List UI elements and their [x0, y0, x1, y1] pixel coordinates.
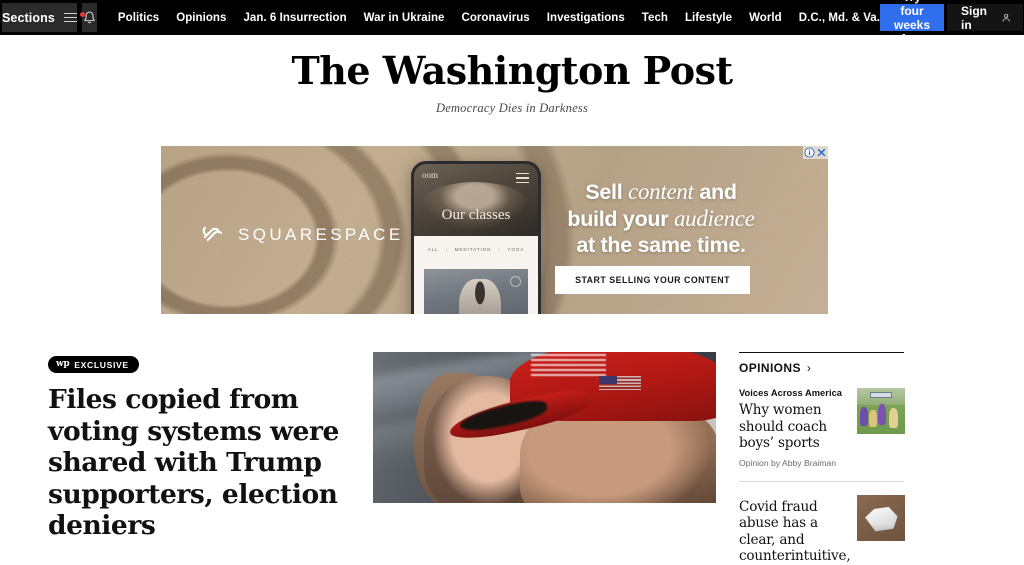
nav-link-lifestyle[interactable]: Lifestyle [685, 12, 732, 24]
opinion-text-column: Voices Across America Why women should c… [739, 388, 847, 468]
phone-tab-all: ALL [427, 247, 439, 252]
phone-site-brand: oom [422, 170, 438, 180]
ad-cta-button[interactable]: START SELLING YOUR CONTENT [555, 266, 750, 294]
opinion-headline[interactable]: Covid fraud abuse has a clear, and count… [739, 499, 851, 565]
ad-headline-line-2-part-a: build your [567, 207, 674, 232]
nav-link-war-in-ukraine[interactable]: War in Ukraine [364, 12, 445, 24]
close-icon[interactable] [816, 147, 827, 158]
photo-flag-patch [599, 376, 641, 390]
person-icon [1002, 13, 1010, 22]
ad-headline-line-1: Sell content and [516, 178, 806, 205]
opinions-section-header[interactable]: OPINIONS › [739, 361, 954, 375]
nav-link-coronavirus[interactable]: Coronavirus [461, 12, 529, 24]
ad-creative[interactable]: SQUARESPACE oom Our classes ALL | MEDITA… [161, 146, 828, 314]
nav-link-opinions[interactable]: Opinions [176, 12, 226, 24]
phone-card-person [459, 278, 501, 314]
photo-cap-lettering [530, 353, 607, 378]
thumbnail-scoreboard [870, 391, 892, 399]
phone-tab-meditation: MEDITATION [454, 247, 492, 252]
opinions-divider [739, 480, 904, 482]
masthead: The Washington Post Democracy Dies in Da… [0, 35, 1024, 116]
opinion-kicker: Voices Across America [739, 388, 843, 398]
opinion-byline: Opinion by Abby Braiman [739, 457, 836, 468]
main-content: wp EXCLUSIVE Files copied from voting sy… [0, 334, 1024, 564]
phone-tab-separator: | [498, 247, 501, 252]
opinion-thumbnail[interactable] [857, 494, 905, 541]
nav-link-politics[interactable]: Politics [118, 12, 159, 24]
opinion-text-column: Covid fraud abuse has a clear, and count… [739, 495, 851, 565]
nav-link-world[interactable]: World [749, 12, 782, 24]
hamburger-icon [63, 12, 77, 23]
wp-logo-mark-icon: wp [56, 359, 70, 369]
lead-story-column: wp EXCLUSIVE Files copied from voting sy… [0, 334, 373, 541]
opinion-thumbnail[interactable] [857, 388, 905, 434]
squarespace-brand-lockup: SQUARESPACE [200, 222, 404, 248]
phone-brand-text: oom [422, 170, 439, 180]
phone-class-card [424, 269, 528, 314]
exclusive-badge-label: EXCLUSIVE [74, 359, 129, 370]
advertisement-banner: SQUARESPACE oom Our classes ALL | MEDITA… [161, 146, 828, 314]
ad-headline-line-2-emphasis: audience [673, 206, 755, 232]
notifications-button[interactable] [79, 3, 97, 32]
ad-headline-line-1-part-b: and [693, 180, 737, 204]
ad-headline-line-2: build your audience [516, 205, 806, 232]
squarespace-wordmark: SQUARESPACE [238, 225, 404, 244]
adchoices-controls[interactable] [803, 146, 828, 159]
thumbnail-person [859, 407, 868, 426]
site-logo[interactable]: The Washington Post [0, 52, 1024, 90]
sign-in-label: Sign in [961, 3, 988, 32]
phone-card-dial-icon [510, 276, 521, 287]
ad-headline: Sell content and build your audience at … [516, 178, 806, 258]
ad-headline-line-1-part-a: Sell [585, 180, 629, 204]
lead-headline[interactable]: Files copied from voting systems were sh… [48, 384, 343, 542]
lead-photo-column [373, 334, 718, 503]
sections-button[interactable]: Sections [2, 3, 77, 32]
status-badge: wp EXCLUSIVE [48, 356, 139, 373]
notification-dot [79, 12, 85, 17]
top-navigation-bar: Sections Politics Opinions Jan. 6 Insurr… [0, 0, 1024, 46]
list-item: Covid fraud abuse has a clear, and count… [739, 494, 954, 565]
ad-headline-line-1-emphasis: content [628, 179, 694, 204]
thumbnail-person [878, 403, 887, 425]
sign-in-button[interactable]: Sign in [947, 3, 1024, 32]
adchoices-info-icon[interactable] [804, 147, 815, 158]
nav-link-jan-6-insurrection[interactable]: Jan. 6 Insurrection [243, 12, 346, 24]
primary-nav-links: Politics Opinions Jan. 6 Insurrection Wa… [118, 0, 880, 35]
nav-right-group: Try four weeks free Sign in [879, 0, 1024, 46]
site-tagline: Democracy Dies in Darkness [435, 101, 589, 115]
lead-photo[interactable] [373, 352, 716, 503]
nav-link-investigations[interactable]: Investigations [547, 12, 625, 24]
list-item: Voices Across America Why women should c… [739, 388, 954, 468]
opinions-section-label: OPINIONS [739, 361, 801, 375]
opinions-column: OPINIONS › Voices Across America Why wom… [718, 334, 1024, 564]
ad-headline-line-3: at the same time. [576, 232, 746, 257]
nav-link-dc-md-va[interactable]: D.C., Md. & Va. [799, 12, 880, 24]
opinion-headline[interactable]: Why women should coach boys’ sports [739, 402, 847, 452]
squarespace-logo-icon [200, 222, 226, 248]
phone-tab-separator: | [445, 247, 448, 252]
opinions-top-rule [739, 352, 904, 353]
chevron-right-icon: › [806, 361, 811, 375]
thumbnail-person [869, 410, 877, 427]
subscribe-button[interactable]: Try four weeks free [879, 0, 945, 46]
thumbnail-person [888, 408, 899, 429]
sections-button-label: Sections [2, 10, 55, 25]
nav-link-tech[interactable]: Tech [642, 12, 668, 24]
